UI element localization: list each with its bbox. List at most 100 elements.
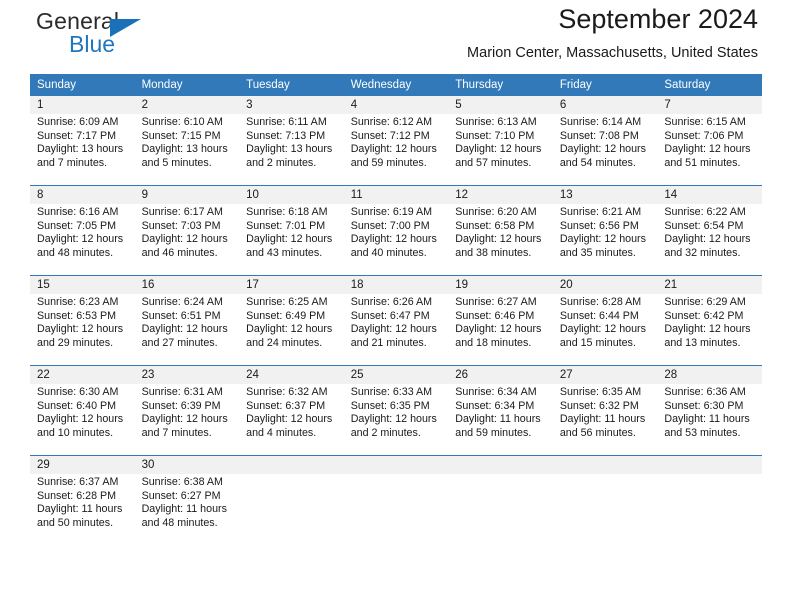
day-number[interactable]: 15 xyxy=(30,275,135,294)
day-number[interactable]: 26 xyxy=(448,365,553,384)
daylight-text: Daylight: 12 hours xyxy=(350,233,437,246)
day-cell[interactable]: Sunrise: 6:36 AM Sunset: 6:30 PM Dayligh… xyxy=(657,384,762,456)
day-cell[interactable]: Sunrise: 6:17 AM Sunset: 7:03 PM Dayligh… xyxy=(134,204,240,276)
day-cell[interactable]: Sunrise: 6:12 AM Sunset: 7:12 PM Dayligh… xyxy=(343,114,449,186)
day-number-empty xyxy=(552,455,658,474)
day-cell[interactable]: Sunrise: 6:22 AM Sunset: 6:54 PM Dayligh… xyxy=(657,204,762,276)
sunrise-text: Sunrise: 6:17 AM xyxy=(141,206,223,218)
day-cell[interactable]: Sunrise: 6:31 AM Sunset: 6:39 PM Dayligh… xyxy=(134,384,240,456)
daylight-text2: and 48 minutes. xyxy=(141,516,218,529)
daylight-text: Daylight: 12 hours xyxy=(141,233,228,246)
day-cell[interactable]: Sunrise: 6:09 AM Sunset: 7:17 PM Dayligh… xyxy=(30,114,135,186)
day-number[interactable]: 28 xyxy=(657,365,762,384)
daylight-text2: and 13 minutes. xyxy=(664,336,741,349)
day-cell[interactable]: Sunrise: 6:23 AM Sunset: 6:53 PM Dayligh… xyxy=(30,294,135,366)
sunrise-text: Sunrise: 6:31 AM xyxy=(141,386,223,398)
day-number[interactable]: 10 xyxy=(239,185,344,204)
day-cell[interactable]: Sunrise: 6:11 AM Sunset: 7:13 PM Dayligh… xyxy=(239,114,344,186)
day-cell[interactable]: Sunrise: 6:27 AM Sunset: 6:46 PM Dayligh… xyxy=(448,294,553,366)
sunrise-text: Sunrise: 6:33 AM xyxy=(350,386,433,398)
day-number[interactable]: 8 xyxy=(30,185,135,204)
day-cell[interactable]: Sunrise: 6:34 AM Sunset: 6:34 PM Dayligh… xyxy=(448,384,553,456)
day-cell[interactable]: Sunrise: 6:14 AM Sunset: 7:08 PM Dayligh… xyxy=(552,114,658,186)
day-cell[interactable]: Sunrise: 6:10 AM Sunset: 7:15 PM Dayligh… xyxy=(134,114,240,186)
day-cell[interactable]: Sunrise: 6:29 AM Sunset: 6:42 PM Dayligh… xyxy=(657,294,762,366)
sunset-text: Sunset: 7:12 PM xyxy=(350,129,430,142)
sunset-text: Sunset: 6:34 PM xyxy=(455,399,535,412)
sunset-text: Sunset: 6:35 PM xyxy=(350,399,430,412)
day-number[interactable]: 2 xyxy=(134,96,240,114)
day-number[interactable]: 13 xyxy=(552,185,658,204)
week-daynum-row: 22 23 24 25 26 27 28 xyxy=(30,365,762,384)
day-cell[interactable]: Sunrise: 6:24 AM Sunset: 6:51 PM Dayligh… xyxy=(134,294,240,366)
day-number[interactable]: 25 xyxy=(343,365,449,384)
day-number[interactable]: 6 xyxy=(552,96,658,114)
day-cell[interactable]: Sunrise: 6:32 AM Sunset: 6:37 PM Dayligh… xyxy=(239,384,344,456)
sunset-text: Sunset: 6:27 PM xyxy=(141,489,221,502)
week-info-row: Sunrise: 6:23 AM Sunset: 6:53 PM Dayligh… xyxy=(30,294,762,366)
day-number[interactable]: 1 xyxy=(30,96,135,114)
day-number[interactable]: 20 xyxy=(552,275,658,294)
daylight-text: Daylight: 12 hours xyxy=(664,233,751,246)
sunrise-text: Sunrise: 6:36 AM xyxy=(664,386,746,398)
day-number[interactable]: 27 xyxy=(552,365,658,384)
calendar-page: General Blue September 2024 Marion Cente… xyxy=(0,0,792,612)
day-number[interactable]: 3 xyxy=(239,96,344,114)
day-cell[interactable]: Sunrise: 6:38 AM Sunset: 6:27 PM Dayligh… xyxy=(134,474,240,545)
day-number[interactable]: 9 xyxy=(134,185,240,204)
day-cell-empty xyxy=(343,474,449,545)
sunset-text: Sunset: 7:08 PM xyxy=(559,129,639,142)
day-number[interactable]: 7 xyxy=(657,96,762,114)
daylight-text2: and 56 minutes. xyxy=(559,426,636,439)
day-number[interactable]: 14 xyxy=(657,185,762,204)
daylight-text: Daylight: 11 hours xyxy=(37,503,123,516)
day-cell[interactable]: Sunrise: 6:13 AM Sunset: 7:10 PM Dayligh… xyxy=(448,114,553,186)
day-cell[interactable]: Sunrise: 6:20 AM Sunset: 6:58 PM Dayligh… xyxy=(448,204,553,276)
day-number[interactable]: 22 xyxy=(30,365,135,384)
day-number[interactable]: 11 xyxy=(343,185,449,204)
day-cell[interactable]: Sunrise: 6:19 AM Sunset: 7:00 PM Dayligh… xyxy=(343,204,449,276)
daylight-text: Daylight: 12 hours xyxy=(559,143,646,156)
sunrise-text: Sunrise: 6:22 AM xyxy=(664,206,746,218)
sunrise-text: Sunrise: 6:37 AM xyxy=(37,476,119,488)
weekday-header-saturday: Saturday xyxy=(657,74,762,96)
day-number[interactable]: 29 xyxy=(30,455,135,474)
day-cell[interactable]: Sunrise: 6:25 AM Sunset: 6:49 PM Dayligh… xyxy=(239,294,344,366)
daylight-text2: and 29 minutes. xyxy=(37,336,114,349)
day-cell[interactable]: Sunrise: 6:21 AM Sunset: 6:56 PM Dayligh… xyxy=(552,204,658,276)
day-number[interactable]: 21 xyxy=(657,275,762,294)
sunset-text: Sunset: 7:00 PM xyxy=(350,219,430,232)
day-number[interactable]: 18 xyxy=(343,275,449,294)
brand-logo: General Blue xyxy=(36,8,216,66)
day-number[interactable]: 19 xyxy=(448,275,553,294)
sunset-text: Sunset: 6:53 PM xyxy=(37,309,117,322)
daylight-text2: and 7 minutes. xyxy=(37,156,108,169)
daylight-text2: and 51 minutes. xyxy=(664,156,741,169)
sunset-text: Sunset: 7:03 PM xyxy=(141,219,221,232)
day-number[interactable]: 12 xyxy=(448,185,553,204)
day-cell[interactable]: Sunrise: 6:15 AM Sunset: 7:06 PM Dayligh… xyxy=(657,114,762,186)
week-daynum-row: 29 30 xyxy=(30,455,762,474)
day-cell[interactable]: Sunrise: 6:16 AM Sunset: 7:05 PM Dayligh… xyxy=(30,204,135,276)
daylight-text2: and 32 minutes. xyxy=(664,246,741,259)
weekday-header-friday: Friday xyxy=(552,74,658,96)
day-number[interactable]: 5 xyxy=(448,96,553,114)
day-cell[interactable]: Sunrise: 6:28 AM Sunset: 6:44 PM Dayligh… xyxy=(552,294,658,366)
day-number[interactable]: 23 xyxy=(134,365,240,384)
day-cell[interactable]: Sunrise: 6:18 AM Sunset: 7:01 PM Dayligh… xyxy=(239,204,344,276)
day-number[interactable]: 16 xyxy=(134,275,240,294)
daylight-text: Daylight: 12 hours xyxy=(246,413,333,426)
daylight-text2: and 53 minutes. xyxy=(664,426,741,439)
day-number[interactable]: 4 xyxy=(343,96,449,114)
day-cell[interactable]: Sunrise: 6:33 AM Sunset: 6:35 PM Dayligh… xyxy=(343,384,449,456)
day-number[interactable]: 24 xyxy=(239,365,344,384)
sunrise-text: Sunrise: 6:12 AM xyxy=(350,116,433,128)
day-cell[interactable]: Sunrise: 6:26 AM Sunset: 6:47 PM Dayligh… xyxy=(343,294,449,366)
day-cell[interactable]: Sunrise: 6:30 AM Sunset: 6:40 PM Dayligh… xyxy=(30,384,135,456)
day-cell[interactable]: Sunrise: 6:37 AM Sunset: 6:28 PM Dayligh… xyxy=(30,474,135,545)
daylight-text2: and 5 minutes. xyxy=(141,156,212,169)
day-cell[interactable]: Sunrise: 6:35 AM Sunset: 6:32 PM Dayligh… xyxy=(552,384,658,456)
day-number[interactable]: 17 xyxy=(239,275,344,294)
week-daynum-row: 15 16 17 18 19 20 21 xyxy=(30,275,762,294)
day-number[interactable]: 30 xyxy=(134,455,240,474)
